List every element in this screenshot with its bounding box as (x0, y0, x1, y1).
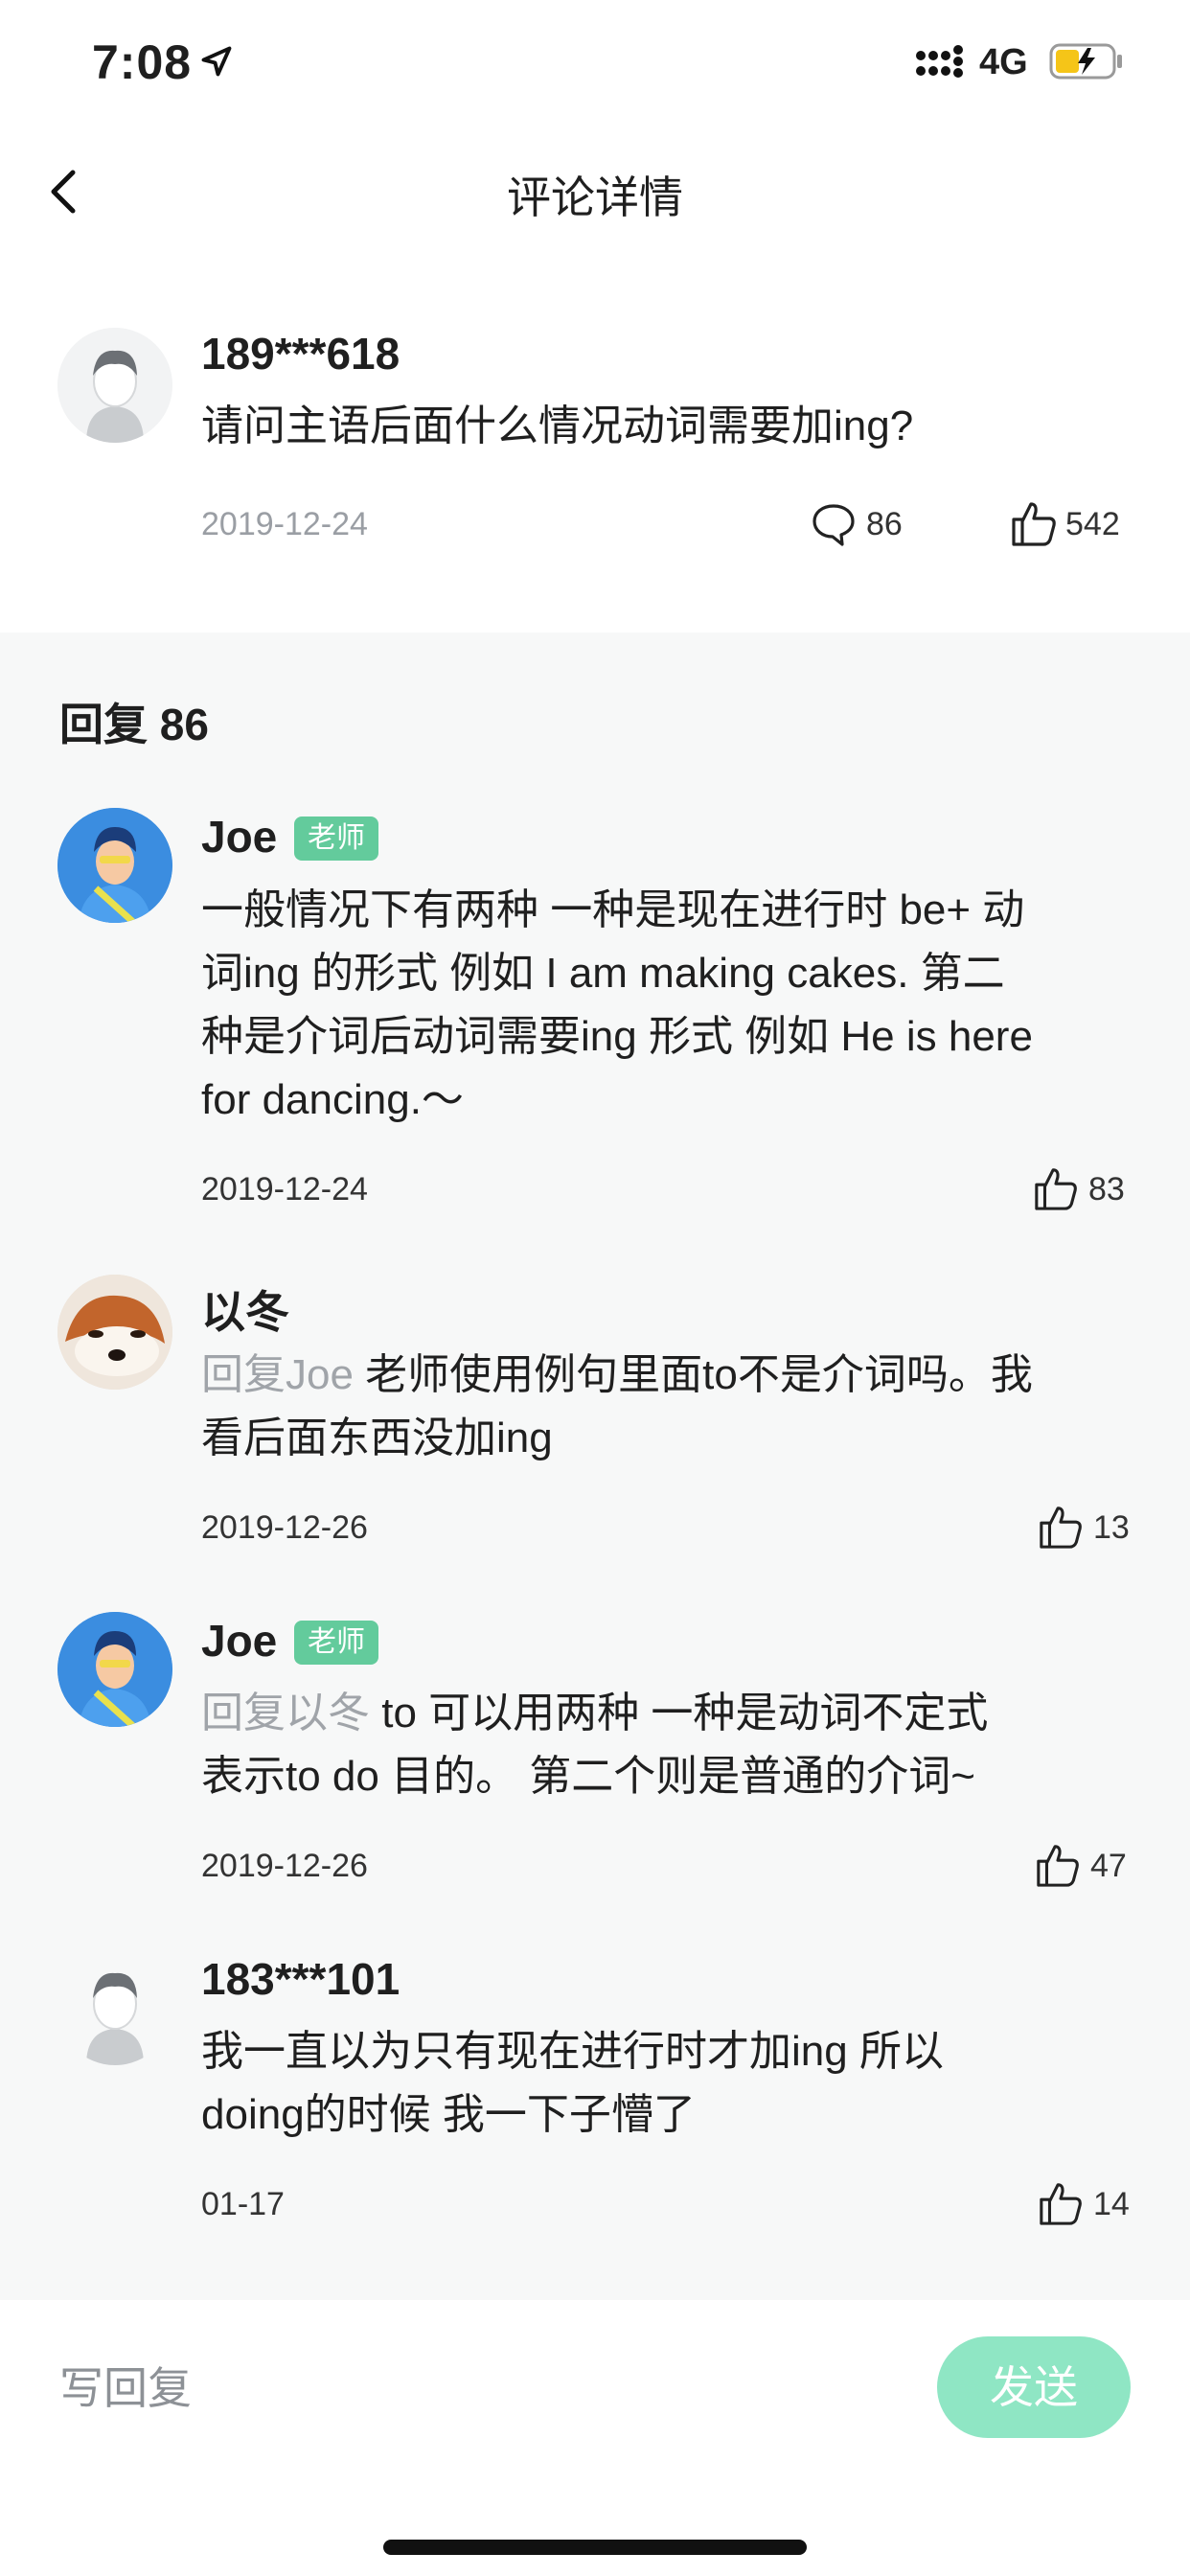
reply-text-line: 种是介词后动词需要ing 形式 例如 He is here (201, 1013, 1033, 1060)
reply-text-line: doing的时候 我一下子懵了 (201, 2091, 696, 2138)
default-avatar-icon (57, 328, 172, 443)
teacher-avatar[interactable] (57, 808, 172, 923)
reply-username: 183***101 (201, 1954, 400, 2004)
default-avatar-icon (86, 1972, 144, 2065)
reply-date: 01-17 (201, 2186, 285, 2222)
reply-to-mention[interactable]: 回复以冬 (201, 1690, 370, 1736)
reply-like-count: 14 (1093, 2186, 1130, 2222)
teacher-badge: 老师 (294, 816, 378, 861)
reply-text-line: 回复Joe 老师使用例句里面to不是介词吗。我 (201, 1344, 1033, 1407)
reply-like-count: 13 (1093, 1509, 1130, 1546)
thumbs-up-icon[interactable] (1035, 1841, 1081, 1889)
teacher-avatar-art (57, 808, 172, 923)
thumbs-up-icon[interactable] (1038, 2179, 1084, 2227)
signal-icon (916, 45, 963, 78)
reply-text-line: 我一直以为只有现在进行时才加ing 所以 (201, 2028, 944, 2075)
status-bar: 7:08 4G (0, 0, 1190, 134)
network-type: 4G (979, 42, 1028, 82)
reply-input-bar: 写回复 发送 (0, 2300, 1190, 2576)
reply-date: 2019-12-26 (201, 1509, 368, 1546)
location-arrow-icon (201, 46, 232, 77)
teacher-avatar-art (57, 1612, 172, 1727)
comment-count: 86 (866, 506, 903, 542)
reply-date: 2019-12-26 (201, 1848, 368, 1884)
status-time: 7:08 (92, 35, 193, 89)
avatar[interactable] (57, 1950, 172, 2065)
replies-heading: 回复 86 (59, 700, 209, 749)
reply-text-line: 词ing 的形式 例如 I am making cakes. 第二 (201, 950, 1005, 997)
comment-bubble-icon[interactable] (810, 500, 858, 548)
page-title: 评论详情 (507, 172, 683, 222)
send-button[interactable]: 发送 (937, 2336, 1131, 2438)
battery-charging-icon (1049, 43, 1122, 80)
thumbs-up-icon[interactable] (1010, 498, 1058, 548)
reply-to-mention[interactable]: 回复Joe (201, 1351, 354, 1398)
replies-section: 回复 86 Joe 老师 一般情况下有两种 一种是现在进行时 be+ 动 词in… (0, 632, 1190, 2300)
reply-text-line: 表示to do 目的。 第二个则是普通的介词~ (201, 1753, 976, 1800)
reply-text-line: 回复以冬 to 可以用两种 一种是动词不定式 (201, 1682, 988, 1745)
reply-text-line: 看后面东西没加ing (201, 1414, 553, 1461)
reply-text-line: 一般情况下有两种 一种是现在进行时 be+ 动 (201, 886, 1025, 933)
avatar[interactable] (57, 328, 172, 443)
thumbs-up-icon[interactable] (1038, 1503, 1084, 1551)
reply-username: Joe (201, 812, 278, 862)
reply-like-count: 83 (1088, 1171, 1125, 1208)
reply-date: 2019-12-24 (201, 1171, 368, 1208)
dog-avatar-art (57, 1275, 172, 1390)
main-comment: 189***618 请问主语后面什么情况动词需要加ing? 2019-12-24… (0, 288, 1190, 632)
thumbs-up-icon[interactable] (1033, 1164, 1079, 1212)
reply-text-line: for dancing.～ (201, 1076, 464, 1123)
reply-username: 以冬 (201, 1287, 289, 1337)
reply-username: Joe (201, 1616, 278, 1666)
reply-text: 老师使用例句里面to不是介词吗。我 (353, 1351, 1033, 1398)
teacher-avatar[interactable] (57, 1612, 172, 1727)
home-indicator (383, 2540, 807, 2555)
comment-date: 2019-12-24 (201, 506, 368, 542)
nav-bar: 评论详情 (0, 134, 1190, 249)
reply-text: to 可以用两种 一种是动词不定式 (370, 1690, 989, 1736)
comment-username: 189***618 (201, 329, 400, 379)
like-count: 542 (1065, 506, 1120, 542)
dog-avatar[interactable] (57, 1275, 172, 1390)
comment-text: 请问主语后面什么情况动词需要加ing? (201, 402, 914, 449)
teacher-badge: 老师 (294, 1621, 378, 1665)
reply-like-count: 47 (1090, 1848, 1127, 1884)
reply-input[interactable]: 写回复 (59, 2354, 192, 2417)
